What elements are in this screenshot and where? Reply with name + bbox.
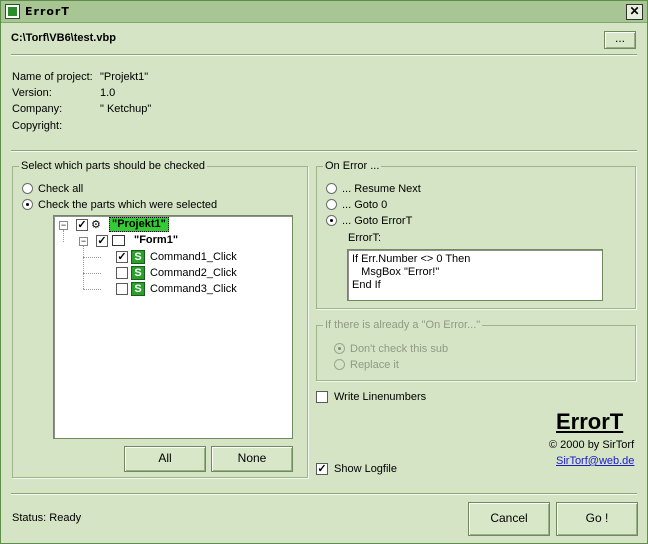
code-line: End If: [352, 279, 381, 291]
copyright-label: Copyright:: [12, 120, 63, 132]
form-icon: [112, 235, 125, 246]
tree-connector: [63, 230, 64, 242]
parts-tree-view[interactable]: − ✓ ⚙ "Projekt1" − ✓ "Form1" ✓ S Command…: [53, 215, 293, 439]
replace-it-label[interactable]: Replace it: [350, 359, 399, 371]
tree-sub2-label[interactable]: Command2_Click: [150, 267, 237, 279]
select-none-button[interactable]: None: [211, 446, 293, 472]
sub2-checkbox[interactable]: [116, 267, 128, 279]
tree-project-label[interactable]: "Projekt1": [109, 217, 169, 232]
name-of-project-value: "Projekt1": [100, 71, 149, 83]
tree-connector: [83, 289, 101, 290]
collapse-form-icon[interactable]: −: [79, 237, 88, 246]
title-bar[interactable]: ErrorT ✕: [1, 1, 647, 23]
goto-0-radio[interactable]: [326, 199, 337, 210]
window-title: ErrorT: [25, 5, 70, 18]
errort-logo: ErrorT: [556, 409, 624, 434]
check-all-radio[interactable]: [22, 183, 33, 194]
check-selected-radio[interactable]: [22, 199, 33, 210]
existing-on-error-group-title: If there is already a "On Error...": [323, 319, 483, 331]
sub1-checkbox[interactable]: ✓: [116, 251, 128, 263]
tree-connector: [83, 245, 84, 289]
version-label: Version:: [12, 87, 52, 99]
on-error-group-title: On Error ...: [323, 160, 382, 172]
sub-icon: S: [131, 282, 145, 296]
email-link[interactable]: SirTorf@web.de: [556, 455, 634, 467]
goto-errort-radio[interactable]: [326, 215, 337, 226]
project-icon: ⚙: [91, 219, 101, 231]
show-logfile-checkbox[interactable]: ✓: [316, 463, 328, 475]
company-value: " Ketchup": [100, 103, 152, 115]
project-checkbox[interactable]: ✓: [76, 219, 88, 231]
code-line: If Err.Number <> 0 Then: [352, 253, 471, 265]
main-window: ErrorT ✕ C:\Torf\VB6\test.vbp ... Name o…: [0, 0, 648, 544]
cancel-button[interactable]: Cancel: [468, 502, 550, 536]
close-button[interactable]: ✕: [626, 4, 643, 20]
check-parts-group-title: Select which parts should be checked: [19, 160, 208, 172]
project-path: C:\Torf\VB6\test.vbp: [11, 32, 116, 44]
resume-next-radio[interactable]: [326, 183, 337, 194]
copyright-notice: © 2000 by SirTorf: [549, 439, 635, 451]
tree-connector: [83, 273, 101, 274]
version-value: 1.0: [100, 87, 116, 99]
tree-connector: [83, 257, 101, 258]
divider-top: [11, 54, 637, 56]
write-linenumbers-checkbox[interactable]: [316, 391, 328, 403]
app-icon: [5, 4, 20, 19]
go-button[interactable]: Go !: [556, 502, 638, 536]
select-all-button[interactable]: All: [124, 446, 206, 472]
tree-form-label[interactable]: "Form1": [134, 234, 178, 246]
sub3-checkbox[interactable]: [116, 283, 128, 295]
browse-button[interactable]: ...: [604, 31, 636, 49]
write-linenumbers-label[interactable]: Write Linenumbers: [334, 391, 426, 403]
sub-icon: S: [131, 266, 145, 280]
dont-check-sub-label[interactable]: Don't check this sub: [350, 343, 448, 355]
goto-errort-label[interactable]: ... Goto ErrorT: [342, 215, 412, 227]
check-all-label[interactable]: Check all: [38, 183, 83, 195]
check-selected-label[interactable]: Check the parts which were selected: [38, 199, 217, 211]
sub-icon: S: [131, 250, 145, 264]
form-checkbox[interactable]: ✓: [96, 235, 108, 247]
close-icon: ✕: [629, 4, 640, 18]
replace-it-radio[interactable]: [334, 359, 345, 370]
name-of-project-label: Name of project:: [12, 71, 93, 83]
errort-code-label: ErrorT:: [348, 232, 381, 244]
status-text: Status: Ready: [12, 512, 82, 524]
collapse-project-icon[interactable]: −: [59, 221, 68, 230]
errort-code-editor[interactable]: If Err.Number <> 0 Then MsgBox "Error!" …: [347, 249, 603, 301]
code-line: MsgBox "Error!": [352, 266, 440, 278]
dont-check-sub-radio[interactable]: [334, 343, 345, 354]
resume-next-label[interactable]: ... Resume Next: [342, 183, 421, 195]
divider-bottom: [11, 493, 637, 495]
show-logfile-label[interactable]: Show Logfile: [334, 463, 397, 475]
tree-sub1-label[interactable]: Command1_Click: [150, 251, 237, 263]
company-label: Company:: [12, 103, 63, 115]
tree-sub3-label[interactable]: Command3_Click: [150, 283, 237, 295]
goto-0-label[interactable]: ... Goto 0: [342, 199, 387, 211]
divider-middle: [11, 150, 637, 152]
